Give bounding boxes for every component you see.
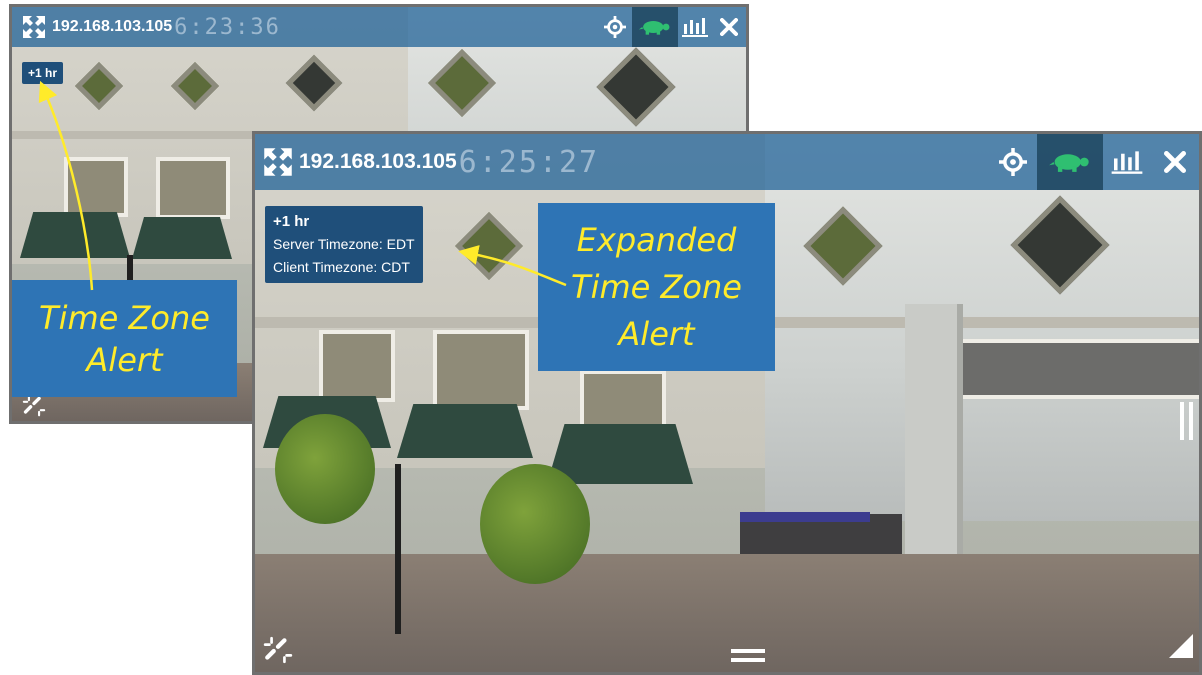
client-timezone-value: CDT xyxy=(381,259,410,275)
expand-icon[interactable] xyxy=(261,145,295,179)
camera-ip-address: 192.168.103.105 xyxy=(299,150,457,173)
timezone-offset: +1 hr xyxy=(273,213,310,230)
crosshair-icon xyxy=(604,16,626,38)
statistics-button[interactable] xyxy=(1103,134,1151,190)
ptz-button[interactable] xyxy=(598,7,632,47)
client-timezone-row: Client Timezone: CDT xyxy=(273,256,415,279)
bar-chart-icon xyxy=(682,18,708,37)
statistics-button[interactable] xyxy=(678,7,712,47)
turtle-icon xyxy=(638,21,670,35)
close-button[interactable] xyxy=(712,7,746,47)
close-icon xyxy=(1164,151,1186,173)
broken-link-icon[interactable] xyxy=(263,636,293,669)
ptz-button[interactable] xyxy=(989,134,1037,190)
callout-line: Time Zone xyxy=(571,267,742,306)
viewer-toolbar: 192.168.103.105 6:25:27 xyxy=(255,134,1199,190)
bar-chart-icon xyxy=(1111,151,1143,174)
turtle-mode-button[interactable] xyxy=(1037,134,1103,190)
pause-icon[interactable] xyxy=(1180,402,1194,445)
turtle-mode-button[interactable] xyxy=(632,7,678,47)
callout-expanded-time-zone-alert: Expanded Time Zone Alert xyxy=(538,203,775,371)
timezone-offset: +1 hr xyxy=(28,66,58,80)
camera-clock: 6:23:36 xyxy=(174,14,281,40)
expand-icon[interactable] xyxy=(20,13,48,41)
hamburger-icon[interactable] xyxy=(731,648,765,669)
crosshair-icon xyxy=(999,148,1027,176)
server-timezone-row: Server Timezone: EDT xyxy=(273,233,415,256)
viewer-toolbar: 192.168.103.105 6:23:36 xyxy=(12,7,746,47)
broken-link-icon[interactable] xyxy=(22,395,46,421)
timezone-alert[interactable]: +1 hr xyxy=(22,62,64,84)
resize-corner-icon[interactable] xyxy=(1169,634,1193,663)
callout-time-zone-alert: Time Zone Alert xyxy=(12,280,237,397)
camera-ip-address: 192.168.103.105 xyxy=(52,18,173,35)
timezone-alert-expanded[interactable]: +1 hr Server Timezone: EDT Client Timezo… xyxy=(265,206,423,283)
server-timezone-value: EDT xyxy=(386,236,415,252)
turtle-icon xyxy=(1049,154,1089,172)
client-timezone-label: Client Timezone: xyxy=(273,259,378,275)
callout-line: Time Zone xyxy=(39,298,210,337)
callout-line: Expanded xyxy=(576,220,737,259)
close-icon xyxy=(720,18,738,36)
camera-clock: 6:25:27 xyxy=(458,144,600,180)
callout-line: Alert xyxy=(618,314,695,353)
callout-line: Alert xyxy=(86,340,163,379)
close-button[interactable] xyxy=(1151,134,1199,190)
server-timezone-label: Server Timezone: xyxy=(273,236,383,252)
